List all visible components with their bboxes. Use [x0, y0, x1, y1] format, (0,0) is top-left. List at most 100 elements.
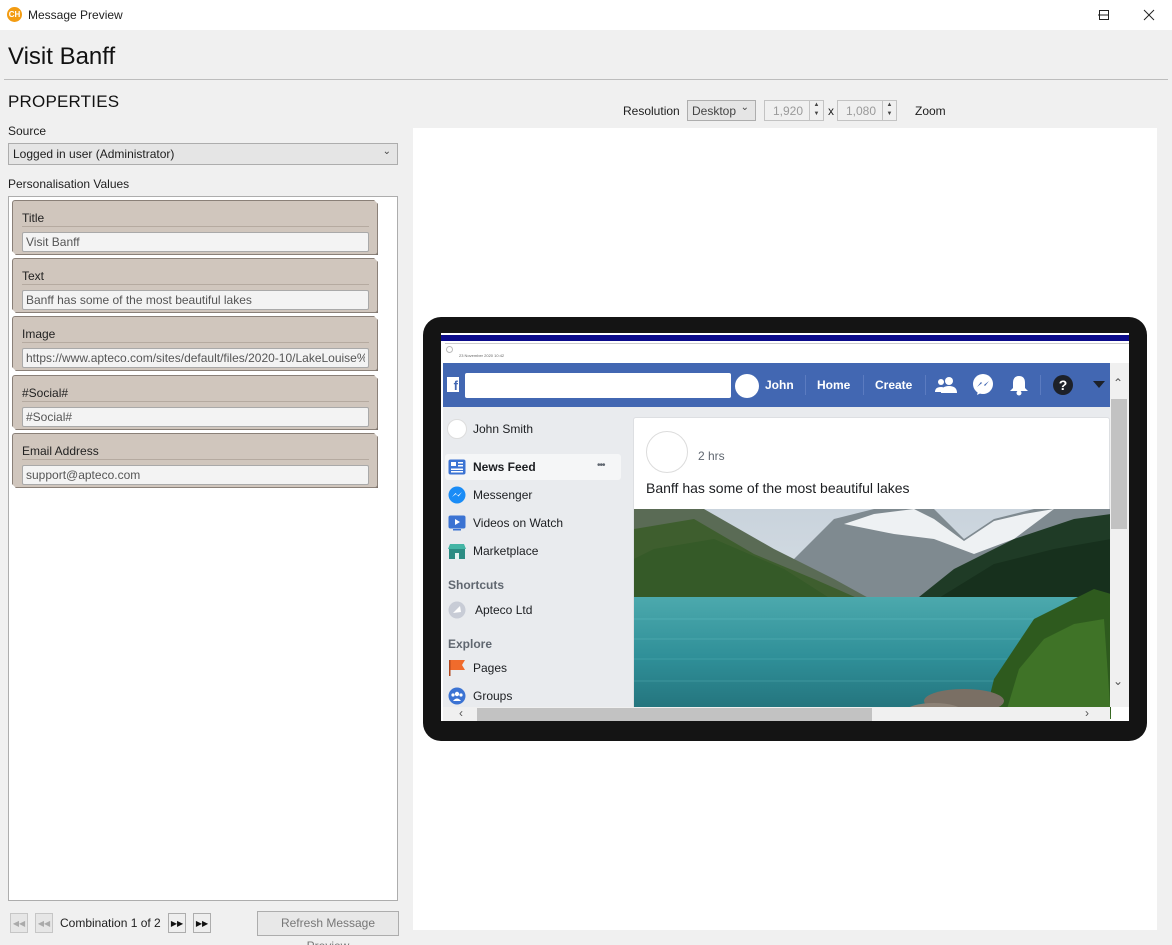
- field-label: Image: [22, 327, 56, 341]
- resolution-value: Desktop: [692, 104, 737, 118]
- chevron-down-icon: ⌄: [740, 102, 749, 113]
- sidebar-item-news-feed[interactable]: News Feed: [447, 457, 536, 477]
- spinner-arrows-icon[interactable]: ▲ ▼: [809, 101, 823, 120]
- email-date: 23 November 2020 10:42: [459, 353, 505, 358]
- post-timestamp: 2 hrs: [698, 449, 725, 463]
- messenger-icon: [447, 485, 467, 505]
- post-text: Banff has some of the most beautiful lak…: [646, 480, 910, 496]
- sidebar-item-apteco[interactable]: Apteco Ltd: [447, 600, 532, 620]
- header-divider: [4, 79, 1168, 80]
- spinner-arrows-icon[interactable]: ▲ ▼: [882, 101, 896, 120]
- friends-icon[interactable]: [935, 374, 957, 396]
- first-button[interactable]: ◀◀: [10, 913, 28, 933]
- sidebar-label: Videos on Watch: [473, 516, 564, 530]
- field-card-image: Image: [12, 316, 378, 371]
- field-text-input[interactable]: [22, 290, 369, 310]
- previous-icon: ◀◀: [37, 918, 51, 928]
- first-icon: ◀◀: [12, 918, 26, 928]
- close-button[interactable]: [1126, 0, 1172, 30]
- field-title-input[interactable]: [22, 232, 369, 252]
- fb-home-link[interactable]: Home: [817, 378, 850, 392]
- sidebar-item-pages[interactable]: Pages: [447, 658, 507, 678]
- field-card-social: #Social#: [12, 375, 378, 430]
- fb-create-link[interactable]: Create: [875, 378, 912, 392]
- refresh-preview-button[interactable]: Refresh Message Preview: [257, 911, 399, 945]
- explore-heading: Explore: [448, 637, 493, 651]
- sidebar-label: Groups: [473, 689, 513, 703]
- avatar: [447, 419, 467, 439]
- last-button[interactable]: ▶▶: [193, 913, 211, 933]
- field-social-input[interactable]: [22, 407, 369, 427]
- scrollbar-thumb[interactable]: [477, 708, 872, 721]
- sidebar-item-groups[interactable]: Groups: [447, 686, 512, 706]
- horizontal-scrollbar[interactable]: ‹ ›: [443, 707, 1110, 721]
- source-value: Logged in user (Administrator): [13, 147, 175, 161]
- sidebar-item-profile[interactable]: John Smith: [447, 419, 533, 439]
- field-label: Title: [22, 211, 45, 225]
- flag-icon: [447, 658, 467, 678]
- sidebar-label: Apteco Ltd: [475, 603, 533, 617]
- field-divider: [22, 226, 369, 227]
- divider: [925, 375, 926, 395]
- field-email-input[interactable]: [22, 465, 369, 485]
- field-image-input[interactable]: [22, 348, 369, 368]
- previous-button[interactable]: ◀◀: [35, 913, 53, 933]
- email-header-bar: [441, 335, 1129, 341]
- shortcuts-heading: Shortcuts: [448, 578, 505, 592]
- scroll-right-icon[interactable]: ›: [1085, 707, 1089, 719]
- messenger-icon[interactable]: [972, 374, 994, 396]
- fb-user-link[interactable]: John: [765, 378, 794, 392]
- field-card-text: Text: [12, 258, 378, 313]
- width-spinner[interactable]: 1,920 ▲ ▼: [764, 100, 824, 121]
- scrollbar-thumb[interactable]: [1111, 399, 1127, 529]
- maximize-icon: [1099, 10, 1109, 20]
- scroll-left-icon[interactable]: ‹: [459, 707, 463, 719]
- divider: [805, 375, 806, 395]
- combination-counter: Combination 1 of 2: [60, 916, 161, 930]
- personalisation-label: Personalisation Values: [8, 177, 130, 191]
- avatar[interactable]: [646, 431, 688, 473]
- page-title: Visit Banff: [8, 43, 116, 70]
- field-label: #Social#: [22, 386, 69, 400]
- email-icon: [446, 346, 453, 353]
- sidebar-item-marketplace[interactable]: Marketplace: [447, 541, 538, 561]
- source-select[interactable]: Logged in user (Administrator) ⌄: [8, 143, 398, 165]
- window-title: Message Preview: [28, 8, 123, 22]
- resolution-label: Resolution: [623, 104, 680, 118]
- field-divider: [22, 342, 369, 343]
- height-value: 1,080: [845, 104, 876, 118]
- scroll-down-icon[interactable]: ⌄: [1113, 675, 1123, 687]
- fb-topbar: f John Home Create ?: [443, 363, 1110, 407]
- fb-feed: 2 hrs Banff has some of the most beautif…: [631, 407, 1111, 719]
- zoom-label: Zoom: [915, 104, 946, 118]
- times-label: x: [828, 104, 834, 118]
- more-options-icon[interactable]: •••: [597, 460, 605, 471]
- personalisation-list: Title Text Image #Social# Email Address: [8, 196, 398, 901]
- notifications-icon[interactable]: [1008, 374, 1030, 396]
- field-divider: [22, 284, 369, 285]
- help-icon[interactable]: ?: [1052, 374, 1074, 396]
- account-menu-icon[interactable]: [1088, 374, 1110, 396]
- divider: [1040, 375, 1041, 395]
- lake-photo: [634, 509, 1111, 719]
- maximize-button[interactable]: [1081, 0, 1127, 30]
- height-spinner[interactable]: 1,080 ▲ ▼: [837, 100, 897, 121]
- fb-post: 2 hrs Banff has some of the most beautif…: [633, 417, 1111, 719]
- scroll-up-icon[interactable]: ⌃: [1113, 377, 1123, 389]
- next-button[interactable]: ▶▶: [168, 913, 186, 933]
- fb-sidebar: John Smith News Feed ••• Messenger Video…: [443, 407, 631, 707]
- divider: [863, 375, 864, 395]
- field-divider: [22, 401, 369, 402]
- facebook-logo-icon: f: [447, 377, 459, 393]
- vertical-scrollbar[interactable]: ⌃ ⌄: [1110, 363, 1129, 707]
- sidebar-item-messenger[interactable]: Messenger: [447, 485, 532, 505]
- avatar[interactable]: [735, 374, 759, 398]
- marketplace-icon: [447, 541, 467, 561]
- fb-search-input[interactable]: [465, 373, 731, 398]
- sidebar-item-watch[interactable]: Videos on Watch: [447, 513, 563, 533]
- next-icon: ▶▶: [170, 918, 184, 928]
- sidebar-label: Marketplace: [473, 544, 539, 558]
- sidebar-label: Messenger: [473, 488, 533, 502]
- email-divider: [445, 343, 1129, 344]
- resolution-select[interactable]: Desktop ⌄: [687, 100, 756, 121]
